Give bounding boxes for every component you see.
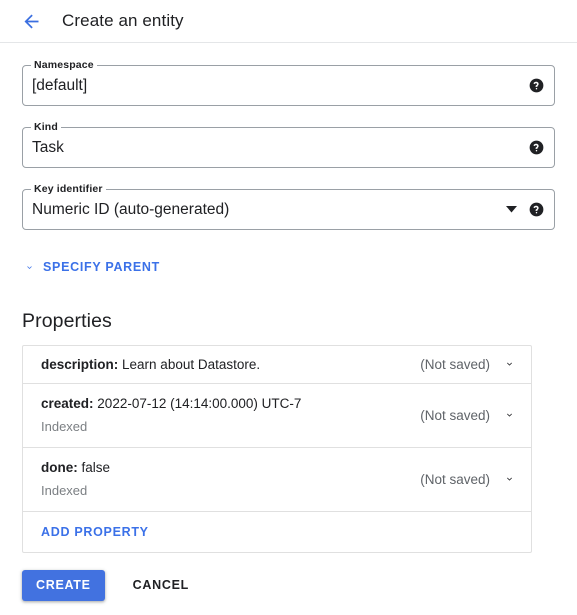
create-button[interactable]: CREATE: [22, 569, 105, 601]
property-value: Learn about Datastore.: [122, 356, 261, 372]
table-row[interactable]: created: 2022-07-12 (14:14:00.000) UTC-7…: [23, 384, 531, 448]
property-right: (Not saved): [420, 471, 517, 487]
property-index-label: Indexed: [41, 419, 88, 434]
namespace-field[interactable]: Namespace: [22, 59, 555, 106]
namespace-input[interactable]: [32, 75, 529, 96]
specify-parent-toggle[interactable]: SPECIFY PARENT: [22, 260, 160, 274]
status-badge: (Not saved): [420, 356, 490, 372]
status-badge: (Not saved): [420, 407, 490, 423]
property-value: false: [81, 460, 111, 475]
chevron-down-icon: [22, 260, 36, 274]
property-key: description:: [41, 356, 119, 372]
properties-card: description: Learn about Datastore. (Not…: [22, 344, 532, 553]
property-right: (Not saved): [420, 356, 517, 372]
entity-form: Namespace Kind Key identifier: [0, 43, 577, 601]
key-identifier-label: Key identifier: [31, 183, 106, 195]
specify-parent-label: SPECIFY PARENT: [43, 260, 160, 274]
properties-heading: Properties: [22, 309, 112, 332]
property-main: created: 2022-07-12 (14:14:00.000) UTC-7…: [41, 385, 420, 445]
property-main: done: false Indexed: [41, 449, 420, 509]
add-property-button[interactable]: ADD PROPERTY: [41, 525, 149, 539]
property-value: 2022-07-12 (14:14:00.000) UTC-7: [97, 396, 302, 411]
cancel-button[interactable]: CANCEL: [125, 570, 197, 601]
page-header: Create an entity: [0, 0, 577, 43]
kind-input[interactable]: [32, 137, 529, 158]
help-icon[interactable]: [529, 78, 544, 93]
property-line: done: false: [41, 458, 420, 477]
chevron-down-icon[interactable]: [501, 356, 517, 372]
kind-field[interactable]: Kind: [22, 121, 555, 168]
key-identifier-value: Numeric ID (auto-generated): [32, 200, 230, 218]
namespace-label: Namespace: [31, 59, 97, 71]
property-right: (Not saved): [420, 407, 517, 423]
property-key: created:: [41, 396, 94, 411]
property-index-label: Indexed: [41, 483, 88, 498]
property-key: done:: [41, 460, 78, 475]
property-line: description: Learn about Datastore.: [41, 355, 420, 374]
help-icon[interactable]: [529, 202, 544, 217]
table-row[interactable]: description: Learn about Datastore. (Not…: [23, 346, 531, 384]
arrow-drop-down-icon[interactable]: [505, 204, 517, 216]
property-line: created: 2022-07-12 (14:14:00.000) UTC-7: [41, 394, 420, 413]
property-main: description: Learn about Datastore.: [41, 346, 420, 383]
chevron-down-icon[interactable]: [501, 471, 517, 487]
key-identifier-field[interactable]: Key identifier Numeric ID (auto-generate…: [22, 183, 555, 230]
arrow-back-icon[interactable]: [18, 8, 44, 34]
page-title: Create an entity: [62, 11, 184, 30]
create-entity-page: Create an entity Namespace Kind: [0, 0, 577, 615]
chevron-down-icon[interactable]: [501, 407, 517, 423]
kind-label: Kind: [31, 121, 61, 133]
help-icon[interactable]: [529, 140, 544, 155]
status-badge: (Not saved): [420, 471, 490, 487]
table-row[interactable]: done: false Indexed (Not saved): [23, 448, 531, 512]
add-property-row[interactable]: ADD PROPERTY: [23, 512, 531, 552]
form-actions: CREATE CANCEL: [22, 569, 577, 601]
